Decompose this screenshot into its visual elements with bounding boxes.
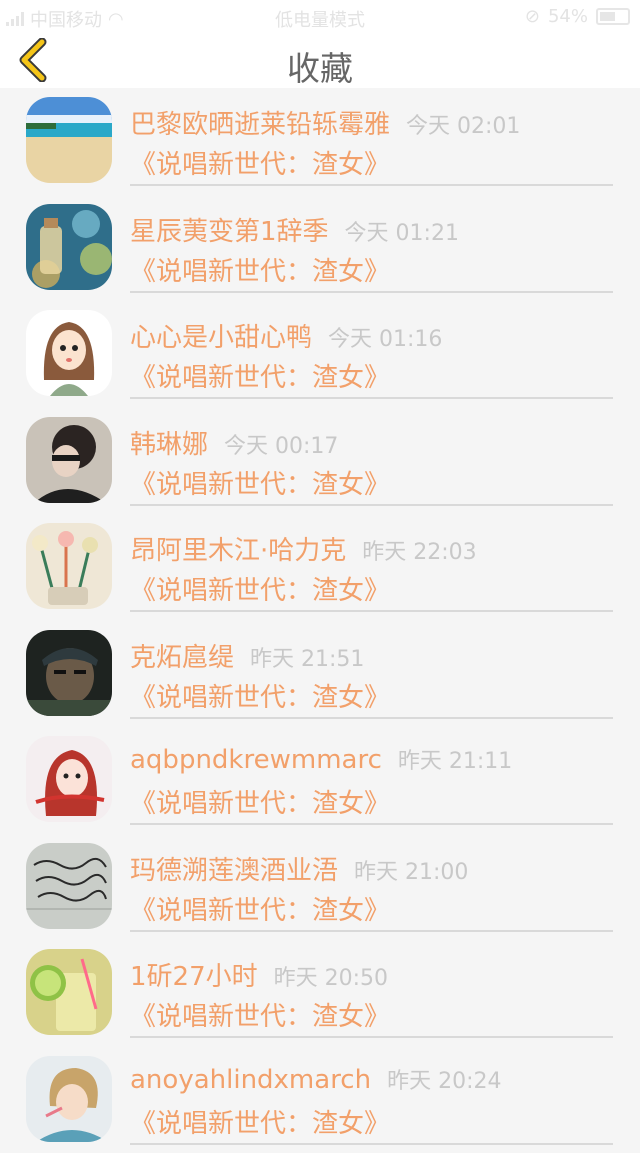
avatar-person-photo[interactable] [26,417,112,503]
list-item[interactable]: 昂阿里木江·哈力克 昨天 22:03 《说唱新世代：渣女》 [0,514,640,621]
avatar-cartoon-girl[interactable] [26,310,112,396]
post-title: 《说唱新世代：渣女》 [130,464,390,501]
battery-percent: 54% [548,6,588,27]
avatar-lime-drink-photo[interactable] [26,949,112,1035]
divider [130,717,613,719]
divider [130,1143,613,1145]
timestamp: 今天 02:01 [406,108,520,140]
post-title: 《说唱新世代：渣女》 [130,783,390,820]
user-name: 玛德溯莲澳酒业浯 [130,850,338,887]
user-name: 巴黎欧晒逝莱铅轹霉雅 [130,104,390,141]
user-name: 心心是小甜心鸭 [130,317,312,354]
avatar-flower-pens-photo[interactable] [26,523,112,609]
divider [130,823,613,825]
user-name: 克炻扈缇 [130,637,234,674]
post-title: 《说唱新世代：渣女》 [130,251,390,288]
user-name: 1斫27小时 [130,956,258,993]
favorites-list: 巴黎欧晒逝莱铅轹霉雅 今天 02:01 《说唱新世代：渣女》 星辰荑变第1辞季 … [0,88,640,1153]
timestamp: 昨天 21:00 [354,854,468,886]
post-title: 《说唱新世代：渣女》 [130,677,390,714]
divider [130,184,613,186]
timestamp: 今天 01:21 [345,215,459,247]
timestamp: 昨天 22:03 [362,534,476,566]
user-name: 星辰荑变第1辞季 [130,211,329,248]
post-title: 《说唱新世代：渣女》 [130,144,390,181]
post-title: 《说唱新世代：渣女》 [130,890,390,927]
list-item[interactable]: 巴黎欧晒逝莱铅轹霉雅 今天 02:01 《说唱新世代：渣女》 [0,88,640,195]
list-item[interactable]: 韩琳娜 今天 00:17 《说唱新世代：渣女》 [0,408,640,515]
divider [130,397,613,399]
list-item[interactable]: 玛德溯莲澳酒业浯 昨天 21:00 《说唱新世代：渣女》 [0,834,640,941]
status-bar: 中国移动 ◠ 低电量模式 ⊘ 54% [0,0,640,32]
post-title: 《说唱新世代：渣女》 [130,357,390,394]
page-title: 收藏 [0,42,640,90]
rotation-lock-icon: ⊘ [525,6,540,27]
avatar-child-photo[interactable] [26,1056,112,1142]
list-item[interactable]: 1斫27小时 昨天 20:50 《说唱新世代：渣女》 [0,940,640,1047]
timestamp: 昨天 20:24 [387,1063,501,1095]
avatar-game-character-photo[interactable] [26,630,112,716]
user-name: 昂阿里木江·哈力克 [130,530,346,567]
timestamp: 昨天 21:51 [250,641,364,673]
nav-bar: 收藏 [0,32,640,88]
list-item[interactable]: 克炻扈缇 昨天 21:51 《说唱新世代：渣女》 [0,621,640,728]
battery-icon [596,8,630,25]
divider [130,504,613,506]
divider [130,930,613,932]
avatar-redhair-girl-photo[interactable] [26,736,112,822]
post-title: 《说唱新世代：渣女》 [130,1103,390,1140]
avatar-beach-photo[interactable] [26,97,112,183]
list-item[interactable]: 星辰荑变第1辞季 今天 01:21 《说唱新世代：渣女》 [0,195,640,302]
user-name: 韩琳娜 [130,424,208,461]
divider [130,1036,613,1038]
timestamp: 今天 01:16 [328,321,442,353]
status-right: ⊘ 54% [525,6,630,27]
timestamp: 昨天 20:50 [274,960,388,992]
post-title: 《说唱新世代：渣女》 [130,996,390,1033]
avatar-bottle-bokeh-photo[interactable] [26,204,112,290]
list-item[interactable]: anoyahlindxmarch 昨天 20:24 《说唱新世代：渣女》 [0,1047,640,1153]
list-item[interactable]: 心心是小甜心鸭 今天 01:16 《说唱新世代：渣女》 [0,301,640,408]
divider [130,291,613,293]
divider [130,610,613,612]
avatar-handwriting-photo[interactable] [26,843,112,929]
timestamp: 昨天 21:11 [398,743,512,775]
list-item[interactable]: aqbpndkrewmmarc 昨天 21:11 《说唱新世代：渣女》 [0,727,640,834]
post-title: 《说唱新世代：渣女》 [130,570,390,607]
user-name: anoyahlindxmarch [130,1065,371,1095]
user-name: aqbpndkrewmmarc [130,745,382,775]
timestamp: 今天 00:17 [224,428,338,460]
